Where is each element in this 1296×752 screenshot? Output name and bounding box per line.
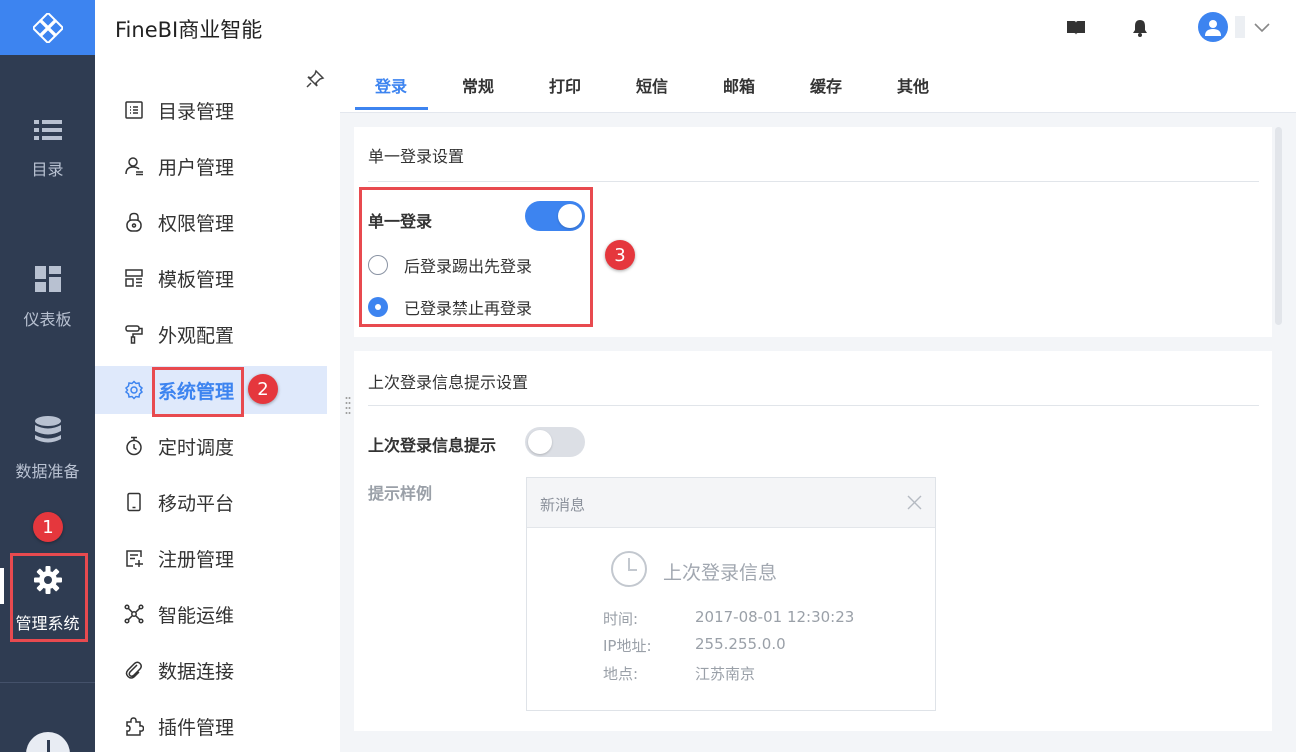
card-key: 地点: (603, 665, 639, 683)
catalog-icon (123, 99, 145, 121)
sidebar-item-label: 数据连接 (158, 660, 235, 683)
last-login-toggle[interactable] (525, 427, 585, 457)
template-icon (123, 267, 145, 289)
divider (368, 181, 1259, 182)
list-icon (33, 120, 62, 140)
book-icon[interactable] (1065, 17, 1087, 39)
tab-cache[interactable]: 缓存 (810, 73, 842, 97)
gear-icon (123, 379, 145, 401)
chevron-down-icon[interactable] (1251, 17, 1273, 39)
sidebar-item-label: 移动平台 (158, 492, 235, 515)
puzzle-icon (123, 715, 145, 737)
sidebar-item-templates[interactable]: 模板管理 (95, 254, 327, 302)
card-title: 上次登录信息 (663, 562, 778, 584)
sample-label: 提示样例 (368, 484, 433, 503)
sidebar-item-label: 定时调度 (158, 436, 235, 459)
tab-other[interactable]: 其他 (897, 73, 929, 97)
avatar-icon[interactable] (1198, 12, 1228, 42)
card-header: 新消息 (527, 478, 935, 528)
mobile-icon (123, 491, 145, 513)
sidebar-item-users[interactable]: 用户管理 (95, 142, 327, 190)
tab-print[interactable]: 打印 (549, 73, 581, 97)
clock-icon (611, 551, 647, 587)
sidebar-item-schedule[interactable]: 定时调度 (95, 422, 327, 470)
sidebar-item-label: 插件管理 (158, 716, 235, 739)
scrollbar[interactable] (1275, 127, 1282, 325)
divider (0, 682, 95, 683)
annotation-box-1 (10, 553, 88, 642)
resize-handle[interactable] (345, 396, 351, 414)
sidebar-item-plugins[interactable]: 插件管理 (95, 702, 327, 750)
dashboard-icon (34, 266, 61, 292)
annotation-badge-3: 3 (605, 240, 635, 270)
timer-icon (123, 435, 145, 457)
section-title: 上次登录信息提示设置 (368, 373, 529, 392)
paperclip-icon (123, 659, 145, 681)
sidebar-item-ops[interactable]: 智能运维 (95, 590, 327, 638)
rail-item-data-prep[interactable]: 数据准备 (0, 416, 95, 482)
annotation-box-3 (359, 187, 593, 327)
card-value: 255.255.0.0 (695, 635, 786, 653)
close-icon (907, 495, 922, 510)
sidebar-item-data-connection[interactable]: 数据连接 (95, 646, 327, 694)
card-key: 时间: (603, 610, 639, 628)
logo[interactable] (0, 0, 95, 55)
logo-icon (32, 12, 63, 43)
user-name (1235, 16, 1245, 38)
sidebar-item-permissions[interactable]: 权限管理 (95, 198, 327, 246)
sidebar-item-label: 外观配置 (158, 324, 235, 347)
rail-item-label: 目录 (31, 160, 64, 179)
lock-icon (123, 211, 145, 233)
sample-message-card: 新消息 上次登录信息 时间: 2017-08-01 12:30:23 IP地址:… (526, 477, 936, 711)
tab-sms[interactable]: 短信 (636, 73, 668, 97)
annotation-badge-2: 2 (248, 374, 278, 404)
sidebar-item-catalog[interactable]: 目录管理 (95, 86, 327, 134)
sidebar-item-mobile[interactable]: 移动平台 (95, 478, 327, 526)
sidebar-item-label: 注册管理 (158, 548, 235, 571)
user-icon (123, 155, 145, 177)
sidebar-item-label: 智能运维 (158, 604, 235, 627)
annotation-box-2 (152, 367, 244, 417)
tab-email[interactable]: 邮箱 (723, 73, 755, 97)
tab-general[interactable]: 常规 (462, 73, 494, 97)
sidebar-item-appearance[interactable]: 外观配置 (95, 310, 327, 358)
sidebar-item-label: 目录管理 (158, 100, 235, 123)
sidebar-item-label: 模板管理 (158, 268, 235, 291)
add-icon[interactable] (26, 732, 70, 752)
tab-login[interactable]: 登录 (375, 73, 407, 97)
active-indicator (0, 568, 4, 604)
card-value: 2017-08-01 12:30:23 (695, 608, 855, 626)
annotation-badge-1: 1 (33, 512, 63, 542)
divider (368, 405, 1259, 406)
rail-item-catalog[interactable]: 目录 (0, 118, 95, 180)
toggle-knob (528, 430, 552, 454)
rail-item-label: 数据准备 (15, 462, 80, 481)
sidebar-item-label: 用户管理 (158, 156, 235, 179)
app-title: FineBI商业智能 (115, 18, 263, 42)
paint-roller-icon (123, 323, 145, 345)
network-icon (123, 603, 145, 625)
active-tab-indicator (355, 107, 428, 110)
section-title: 单一登录设置 (368, 147, 465, 166)
rail-item-dashboard[interactable]: 仪表板 (0, 266, 95, 330)
settings-tabs: 登录 常规 打印 短信 邮箱 缓存 其他 (340, 55, 1296, 113)
bell-icon[interactable] (1129, 17, 1151, 39)
last-login-toggle-label: 上次登录信息提示 (368, 436, 497, 455)
card-key: IP地址: (603, 637, 652, 655)
card-value: 江苏南京 (695, 665, 756, 683)
rail-item-label: 仪表板 (23, 310, 72, 329)
card-header-title: 新消息 (540, 496, 586, 514)
register-icon (123, 547, 145, 569)
database-icon (34, 416, 61, 443)
sidebar-item-label: 权限管理 (158, 212, 235, 235)
sidebar-item-registration[interactable]: 注册管理 (95, 534, 327, 582)
top-header: FineBI商业智能 (95, 0, 1296, 55)
